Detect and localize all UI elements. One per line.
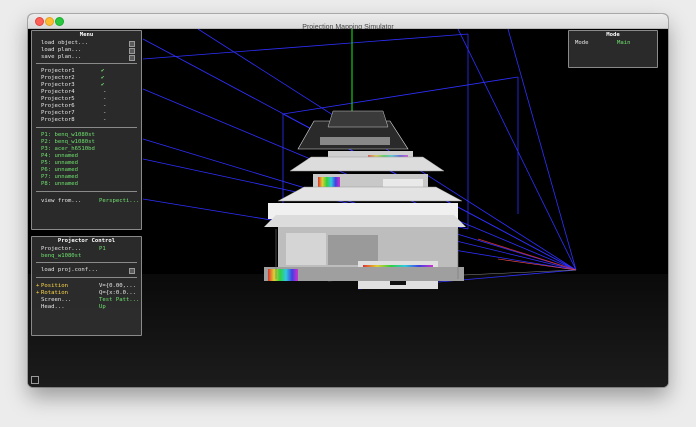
maximize-icon[interactable] — [55, 17, 64, 26]
head-selector[interactable]: Head... Up — [41, 304, 135, 311]
checkmark-icon[interactable]: ✔ — [101, 68, 104, 75]
position-field[interactable]: + Position V={0.00,... — [36, 283, 136, 290]
menu-divider — [36, 191, 137, 192]
projector-toggle-6[interactable]: Projector6- — [41, 103, 135, 110]
menu-panel: Menu load object... load plan... save pl… — [31, 30, 142, 230]
checkbox-icon[interactable] — [129, 55, 135, 61]
projector-selector[interactable]: Projector... P1 — [41, 246, 135, 253]
projector-toggle-1[interactable]: Projector1 ✔ — [41, 68, 135, 75]
projector-model-1[interactable]: P1: benq_w1080st — [41, 132, 135, 139]
view-from-selector[interactable]: view from... Perspecti... — [41, 198, 139, 205]
close-icon[interactable] — [35, 17, 44, 26]
projector-toggle-3[interactable]: Projector3 ✔ — [41, 82, 135, 89]
checkbox-icon[interactable] — [129, 268, 135, 274]
checkmark-icon[interactable]: ✔ — [101, 82, 104, 89]
panel-divider — [36, 277, 137, 278]
menu-title: Menu — [79, 32, 94, 38]
projector-toggle-8[interactable]: Projector8- — [41, 117, 135, 124]
projector-model-7[interactable]: P7: unnamed — [41, 174, 135, 181]
plus-icon[interactable]: + — [36, 290, 39, 297]
load-object-item[interactable]: load object... — [41, 40, 135, 47]
screen-selector[interactable]: Screen... Test Patt... — [41, 297, 139, 304]
app-window: Projection Mapping Simulator Menu load o… — [28, 14, 668, 387]
projector-control-title: Projector Control — [57, 238, 116, 244]
projector-toggle-4[interactable]: Projector4- — [41, 89, 135, 96]
menu-divider — [36, 63, 137, 64]
title-bar: Projection Mapping Simulator — [28, 14, 668, 31]
projector-model-3[interactable]: P3: acer_h6510bd — [41, 146, 135, 153]
projector-model-5[interactable]: P5: unnamed — [41, 160, 135, 167]
save-plan-item[interactable]: save plan... — [41, 54, 135, 61]
projector-toggle-5[interactable]: Projector5- — [41, 96, 135, 103]
projector-toggle-2[interactable]: Projector2 ✔ — [41, 75, 135, 82]
panel-divider — [36, 262, 137, 263]
load-plan-item[interactable]: load plan... — [41, 47, 135, 54]
projector-control-panel: Projector Control Projector... P1 benq_w1… — [31, 236, 142, 336]
mode-panel: Mode Mode Main — [568, 30, 658, 68]
mode-title: Mode — [606, 32, 620, 38]
load-projector-config-item[interactable]: load proj.conf... — [41, 267, 135, 274]
projector-toggle-7[interactable]: Projector7- — [41, 110, 135, 117]
projector-model-2[interactable]: P2: benq_w1080st — [41, 139, 135, 146]
plus-icon[interactable]: + — [36, 283, 39, 290]
checkmark-icon[interactable]: ✔ — [101, 75, 104, 82]
menu-divider — [36, 127, 137, 128]
viewport-3d[interactable]: Menu load object... load plan... save pl… — [28, 28, 668, 387]
projector-model-name: benq_w1080st — [41, 253, 82, 259]
mode-selector[interactable]: Mode Main — [575, 40, 651, 47]
projector-model-6[interactable]: P6: unnamed — [41, 167, 135, 174]
rotation-field[interactable]: + Rotation Q={x:0.0... — [36, 290, 136, 297]
minimize-icon[interactable] — [45, 17, 54, 26]
projector-model-4[interactable]: P4: unnamed — [41, 153, 135, 160]
screen-toggle-icon[interactable] — [31, 376, 39, 384]
projector-model-8[interactable]: P8: unnamed — [41, 181, 135, 188]
